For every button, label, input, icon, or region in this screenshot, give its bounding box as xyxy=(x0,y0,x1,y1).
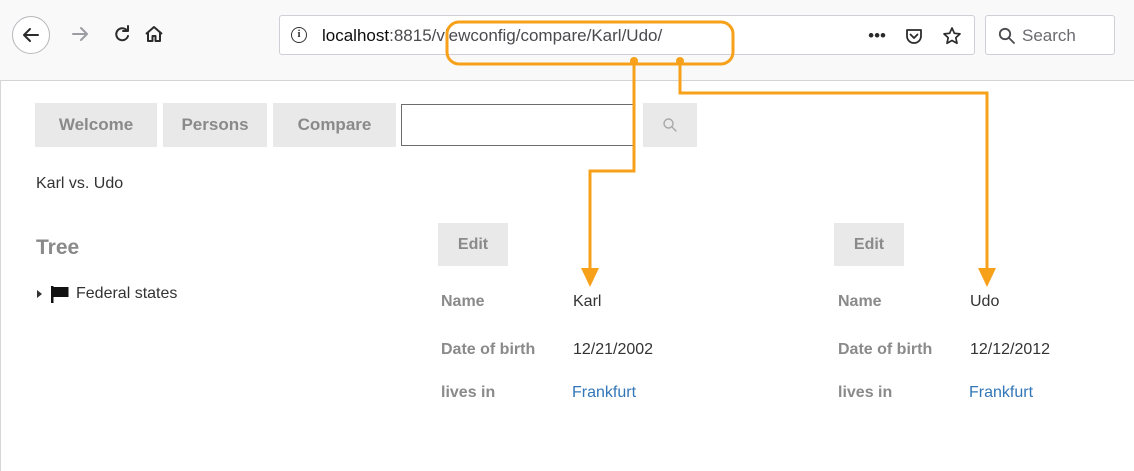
browser-toolbar: i localhost:8815/viewconfig/compare/Karl… xyxy=(0,0,1134,81)
reload-icon xyxy=(115,25,129,42)
url-bar[interactable]: i localhost:8815/viewconfig/compare/Karl… xyxy=(279,15,975,55)
url-actions: ••• xyxy=(868,22,962,50)
birth-value: 12/21/2002 xyxy=(573,341,654,358)
search-icon xyxy=(998,27,1016,50)
search-icon xyxy=(663,118,677,132)
browser-search-bar[interactable]: Search xyxy=(985,15,1115,55)
tab-welcome[interactable]: Welcome xyxy=(35,103,157,147)
pocket-button[interactable] xyxy=(904,26,924,46)
city-label: lives in xyxy=(441,384,496,401)
forward-icon xyxy=(72,27,88,41)
city-link[interactable]: Frankfurt xyxy=(572,384,636,402)
search-button[interactable] xyxy=(643,103,697,147)
expand-arrow-icon[interactable] xyxy=(36,289,44,299)
name-value: Udo xyxy=(970,293,1000,310)
tree-title: Tree xyxy=(36,236,80,259)
tree-node[interactable]: Federal states xyxy=(36,285,177,303)
annotation-arrow-karl xyxy=(588,61,636,270)
name-label: Name xyxy=(838,293,882,310)
city-label: lives in xyxy=(838,384,893,401)
home-button[interactable] xyxy=(140,18,168,50)
back-icon xyxy=(23,28,39,42)
edit-button[interactable]: Edit xyxy=(834,223,904,266)
birth-value: 12/12/2012 xyxy=(970,341,1051,358)
tree-node-label: Federal states xyxy=(76,285,178,302)
url-path: :8815/viewconfig/compare/Karl/Udo/ xyxy=(389,26,663,45)
info-icon[interactable]: i xyxy=(291,27,307,43)
forward-button[interactable] xyxy=(66,18,94,50)
back-button[interactable] xyxy=(12,16,50,54)
arrowhead-icon xyxy=(978,268,996,287)
flag-icon xyxy=(51,286,69,303)
tab-persons[interactable]: Persons xyxy=(163,103,267,147)
tab-compare[interactable]: Compare xyxy=(273,103,396,147)
birth-label: Date of birth xyxy=(838,341,933,358)
birth-label: Date of birth xyxy=(441,341,536,358)
name-label: Name xyxy=(441,293,485,310)
edit-button[interactable]: Edit xyxy=(438,223,508,266)
arrowhead-icon xyxy=(581,268,599,287)
url-host: localhost xyxy=(322,26,390,45)
page-actions-button[interactable]: ••• xyxy=(868,26,886,46)
search-input[interactable] xyxy=(401,104,635,146)
page-border xyxy=(0,80,1,471)
home-icon xyxy=(145,26,163,42)
star-icon xyxy=(943,27,961,45)
reload-button[interactable] xyxy=(108,18,136,50)
url-text: localhost:8815/viewconfig/compare/Karl/U… xyxy=(322,26,662,46)
pocket-icon xyxy=(906,29,922,44)
page-subtitle: Karl vs. Udo xyxy=(36,175,124,192)
search-placeholder: Search xyxy=(1022,26,1076,45)
name-value: Karl xyxy=(573,293,602,310)
bookmark-button[interactable] xyxy=(942,26,962,46)
city-link[interactable]: Frankfurt xyxy=(969,384,1033,402)
